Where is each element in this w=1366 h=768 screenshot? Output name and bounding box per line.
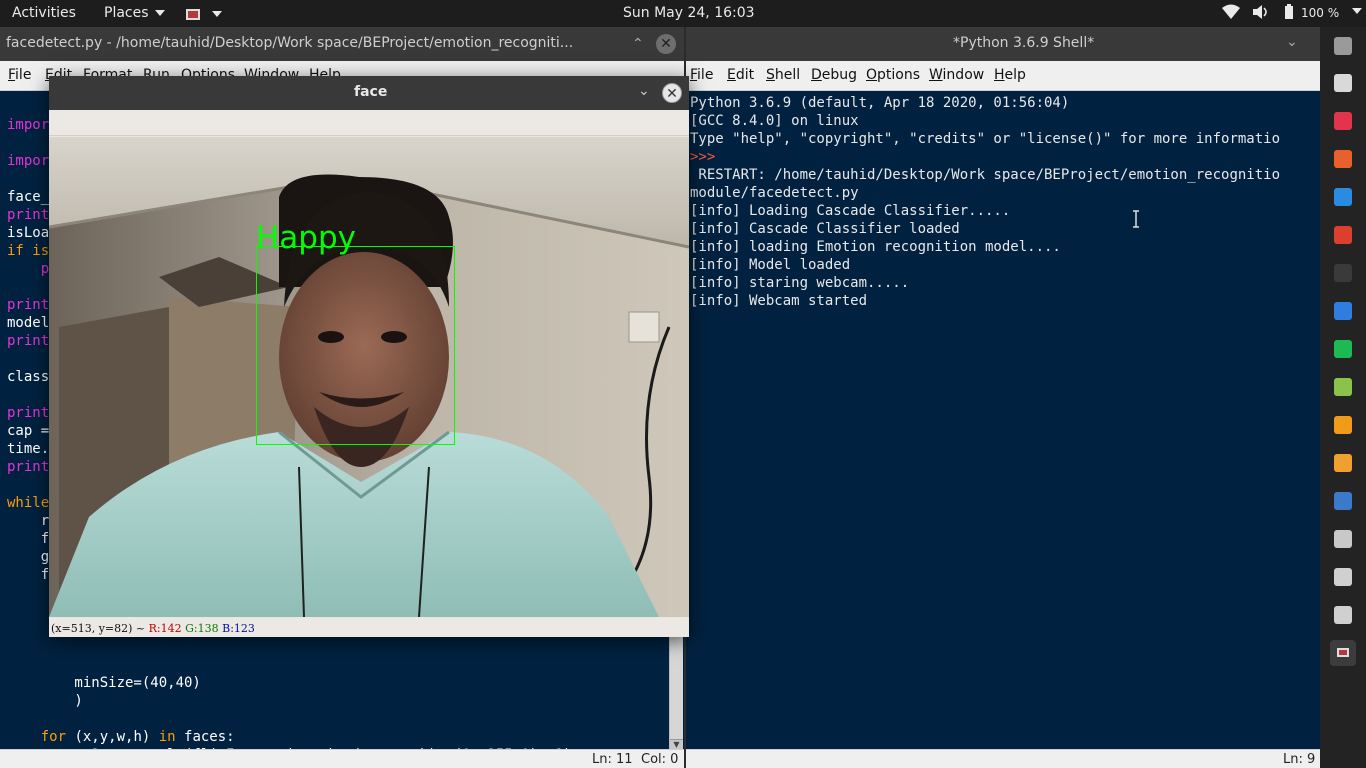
pixel-blue: B:123 [222, 622, 255, 635]
shell-line: [info] Webcam started [690, 293, 868, 309]
wifi-icon [1222, 4, 1240, 19]
close-icon: ✕ [666, 86, 678, 102]
shell-menu-window[interactable]: Window [929, 67, 984, 83]
shell-menu-debug[interactable]: Debug [811, 67, 857, 83]
chevron-down-icon [154, 10, 165, 16]
activities-button[interactable]: Activities [12, 5, 76, 21]
pixel-info-bar: (x=513, y=82) ~ R:142 G:138 B:123 [49, 618, 689, 637]
vscode-icon[interactable] [1334, 188, 1352, 206]
face-toolbar [49, 110, 689, 136]
text-editor-icon[interactable] [1334, 302, 1352, 320]
pixel-coords: (x=513, y=82) ~ [51, 622, 149, 635]
editor-close-button[interactable]: ✕ [656, 34, 676, 54]
shell-menu-shell[interactable]: Shell [766, 67, 800, 83]
grid-icon[interactable] [1334, 37, 1352, 55]
code-line: ) [7, 693, 83, 709]
system-menu-arrow[interactable] [1352, 3, 1362, 19]
shell-menu-help[interactable]: Help [994, 67, 1026, 83]
shell-line: RESTART: /home/tauhid/Desktop/Work space… [690, 167, 1281, 183]
pixel-red: R:142 [148, 622, 182, 635]
shell-menu-file[interactable]: File [690, 67, 713, 83]
software-icon[interactable] [1334, 150, 1352, 168]
editor-column-number: Col: 0 [641, 752, 679, 767]
shell-line: [GCC 8.4.0] on linux [690, 113, 859, 129]
face-window[interactable]: face ⌄ ✕ Happy (x=513, y=82) ~ R:142 G:1… [49, 76, 689, 637]
shell-prompt: >>> [690, 149, 724, 165]
system-tray[interactable] [1222, 4, 1297, 24]
shell-line: [info] staring webcam..... [690, 275, 910, 291]
places-menu[interactable]: Places [104, 5, 165, 21]
shell-line: module/facedetect.py [690, 185, 859, 201]
shell-line: Type "help", "copyright", "credits" or "… [690, 131, 1281, 147]
webcam-frame: Happy [49, 137, 689, 617]
pixel-green: G:138 [185, 622, 219, 635]
shell-output[interactable]: Python 3.6.9 (default, Apr 18 2020, 01:5… [690, 94, 1280, 310]
battery-percent: 100 % [1301, 6, 1340, 20]
scroll-down-icon[interactable]: ▼ [670, 739, 683, 749]
shell-title: *Python 3.6.9 Shell* [953, 35, 1095, 51]
files-icon[interactable] [1334, 74, 1352, 92]
face-titlebar[interactable]: face ⌄ ✕ [49, 76, 689, 110]
shell-menu-edit[interactable]: Edit [727, 67, 754, 83]
battery-icon [1284, 4, 1293, 19]
chevron-down-icon [212, 11, 222, 17]
clock[interactable]: Sun May 24, 16:03 [623, 5, 755, 21]
dock [1320, 27, 1366, 768]
shell-line-number: Ln: 9 [1283, 752, 1316, 767]
editor-titlebar[interactable]: facedetect.py - /home/tauhid/Desktop/Wor… [0, 27, 684, 61]
text-cursor-icon [1133, 210, 1139, 228]
shell-line: [info] Model loaded [690, 257, 851, 273]
shell-line: [info] loading Emotion recognition model… [690, 239, 1061, 255]
face-close-button[interactable]: ✕ [662, 83, 682, 103]
code-line: for (x,y,w,h) in faces: [40, 729, 235, 745]
places-label: Places [104, 5, 149, 21]
top-panel: Activities Places Sun May 24, 16:03 100 … [0, 0, 1366, 27]
chevron-up-icon[interactable]: ⌃ [632, 36, 644, 52]
editor-statusbar: Ln: 11 Col: 0 [0, 749, 684, 768]
network-icon[interactable] [1334, 416, 1352, 434]
code-line: minSize=(40,40) [7, 675, 201, 691]
emotion-label: Happy [256, 220, 356, 256]
editor-menu-file[interactable]: File [8, 67, 31, 83]
shell-line: [info] Cascade Classifier loaded [690, 221, 960, 237]
image-viewer-icon[interactable] [1330, 640, 1356, 666]
app-icon [186, 8, 200, 20]
chevron-down-icon [1352, 8, 1362, 14]
shell-titlebar[interactable]: *Python 3.6.9 Shell* ⌄ [686, 27, 1320, 61]
shell-line: Python 3.6.9 (default, Apr 18 2020, 01:5… [690, 95, 1070, 111]
steam-icon[interactable] [1334, 492, 1352, 510]
terminal-icon[interactable] [1334, 264, 1352, 282]
script-icon[interactable] [1334, 606, 1352, 624]
face-title: face [354, 84, 388, 100]
shell-statusbar: Ln: 9 [686, 749, 1320, 768]
spotify-icon[interactable] [1334, 340, 1352, 358]
python-shell[interactable]: Python 3.6.9 (default, Apr 18 2020, 01:5… [686, 91, 1320, 749]
shell-line: [info] Loading Cascade Classifier..... [690, 203, 1011, 219]
desktop: Activities Places Sun May 24, 16:03 100 … [0, 0, 1366, 768]
disk-icon[interactable] [1334, 530, 1352, 548]
editor-line-number: Ln: 11 [592, 752, 633, 767]
app-menu[interactable] [186, 6, 222, 22]
script-icon[interactable] [1334, 568, 1352, 586]
music-icon[interactable] [1334, 112, 1352, 130]
shell-menu-options[interactable]: Options [866, 67, 920, 83]
editor-title: facedetect.py - /home/tauhid/Desktop/Wor… [6, 35, 574, 51]
gdrive-icon[interactable] [1334, 454, 1352, 472]
shell-menubar: File Edit Shell Debug Options Window Hel… [686, 61, 1320, 91]
chevron-down-icon[interactable]: ⌄ [638, 83, 650, 99]
chevron-down-icon[interactable]: ⌄ [1286, 34, 1298, 50]
webcam-feed[interactable]: Happy [49, 137, 689, 617]
volume-icon [1253, 5, 1268, 19]
android-icon[interactable] [1334, 378, 1352, 396]
close-icon: ✕ [660, 36, 672, 52]
chrome-icon[interactable] [1334, 226, 1352, 244]
